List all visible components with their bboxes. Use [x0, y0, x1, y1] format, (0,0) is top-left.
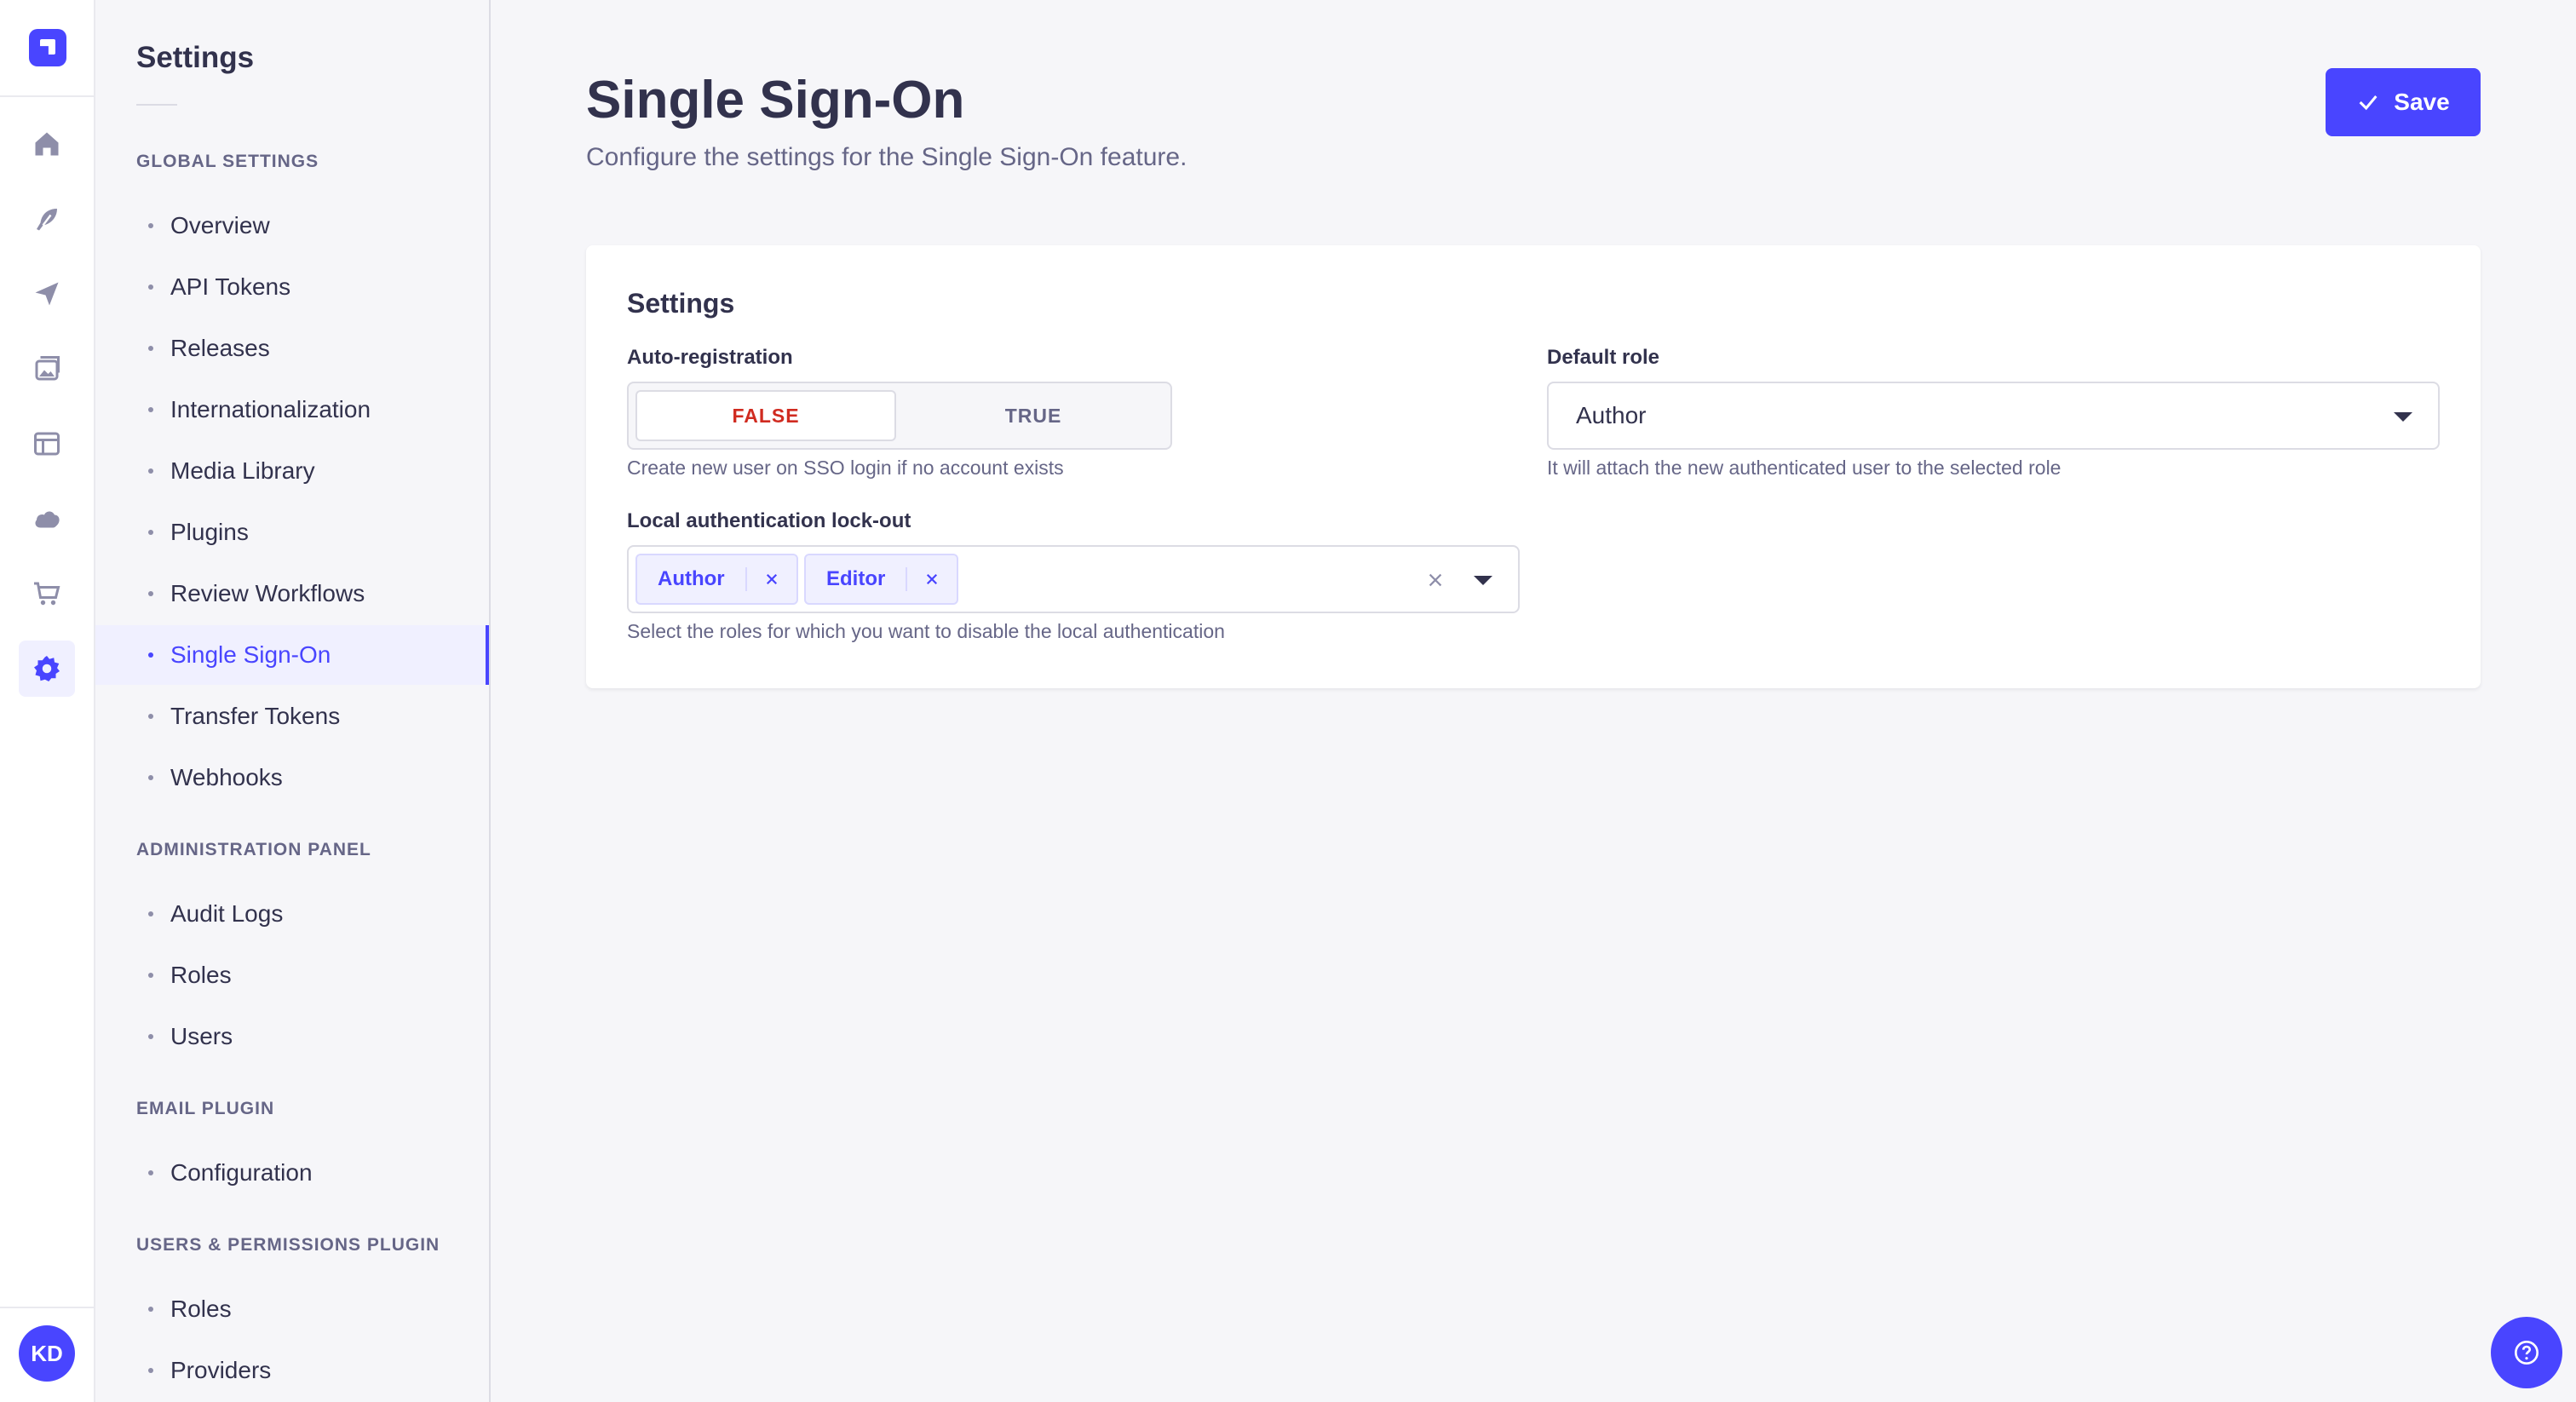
bullet-icon	[148, 1307, 153, 1312]
nav-item-users[interactable]: Users	[95, 1007, 489, 1066]
nav-item-label: Single Sign-On	[170, 641, 331, 668]
cloud-icon[interactable]	[19, 491, 75, 547]
cart-icon[interactable]	[19, 566, 75, 622]
bullet-icon	[148, 1368, 153, 1373]
nav-item-label: Releases	[170, 335, 270, 361]
nav-item-label: Plugins	[170, 519, 249, 545]
nav-item-label: Providers	[170, 1357, 272, 1383]
nav-item-label: Media Library	[170, 457, 315, 484]
subnav-divider	[136, 104, 177, 106]
page-subtitle: Configure the settings for the Single Si…	[586, 143, 1187, 171]
default-role-select[interactable]: Author	[1547, 382, 2440, 450]
default-role-label: Default role	[1547, 346, 1660, 369]
remove-tag-icon[interactable]	[747, 572, 796, 587]
main-nav-rail: KD	[0, 0, 95, 1402]
cog-icon[interactable]	[19, 641, 75, 697]
auto-registration-label: Auto-registration	[627, 346, 793, 369]
lockout-hint: Select the roles for which you want to d…	[627, 620, 1225, 642]
bullet-icon	[148, 973, 153, 978]
chevron-down-icon[interactable]	[2394, 412, 2412, 422]
nav-item-webhooks[interactable]: Webhooks	[95, 748, 489, 807]
bullet-icon	[148, 652, 153, 658]
lockout-label: Local authentication lock-out	[627, 509, 911, 532]
nav-item-label: Roles	[170, 1296, 232, 1322]
bullet-icon	[148, 284, 153, 290]
nav-item-review-workflows[interactable]: Review Workflows	[95, 564, 489, 623]
nav-item-label: Internationalization	[170, 396, 371, 422]
user-avatar[interactable]: KD	[19, 1325, 75, 1382]
nav-item-internationalization[interactable]: Internationalization	[95, 380, 489, 440]
nav-item-label: Users	[170, 1023, 233, 1049]
nav-item-label: Overview	[170, 212, 270, 238]
toggle-option-false[interactable]: FALSE	[635, 390, 896, 441]
nav-item-overview[interactable]: Overview	[95, 196, 489, 256]
save-button-label: Save	[2394, 89, 2450, 115]
bullet-icon	[148, 346, 153, 351]
bullet-icon	[148, 468, 153, 474]
bullet-icon	[148, 530, 153, 535]
tag-label: Editor	[826, 567, 886, 590]
page-title: Single Sign-On	[586, 71, 965, 129]
nav-item-releases[interactable]: Releases	[95, 319, 489, 378]
bullet-icon	[148, 591, 153, 596]
question-circle-icon	[2515, 1341, 2539, 1365]
subnav-title: Settings	[136, 41, 255, 74]
nav-item-label: Webhooks	[170, 764, 283, 790]
bullet-icon	[148, 775, 153, 780]
toggle-option-true[interactable]: TRUE	[903, 390, 1164, 441]
nav-item-label: Review Workflows	[170, 580, 365, 606]
home-icon[interactable]	[19, 116, 75, 172]
nav-item-label: Configuration	[170, 1159, 313, 1186]
images-icon[interactable]	[19, 341, 75, 397]
sso-settings-card: Settings Auto-registration FALSE TRUE Cr…	[586, 245, 2481, 688]
tag-author: Author	[635, 554, 798, 605]
default-role-hint: It will attach the new authenticated use…	[1547, 457, 2061, 479]
auto-registration-toggle: FALSE TRUE	[627, 382, 1172, 450]
feather-icon[interactable]	[19, 191, 75, 247]
clear-icon[interactable]	[1426, 571, 1445, 589]
nav-item-api-tokens[interactable]: API Tokens	[95, 257, 489, 317]
nav-item-roles[interactable]: Roles	[95, 945, 489, 1005]
nav-item-single-sign-on[interactable]: Single Sign-On	[95, 625, 489, 685]
bullet-icon	[148, 911, 153, 916]
chevron-down-icon[interactable]	[1474, 576, 1492, 585]
save-button[interactable]: Save	[2326, 68, 2481, 136]
default-role-value: Author	[1576, 402, 1647, 428]
nav-item-transfer-tokens[interactable]: Transfer Tokens	[95, 687, 489, 746]
bullet-icon	[148, 223, 153, 228]
bullet-icon	[148, 714, 153, 719]
tag-label: Author	[658, 567, 725, 590]
lockout-multiselect[interactable]: Author Editor	[627, 545, 1520, 613]
bullet-icon	[148, 1034, 153, 1039]
nav-item-providers[interactable]: Providers	[95, 1341, 489, 1400]
tag-editor: Editor	[804, 554, 959, 605]
layout-icon[interactable]	[19, 416, 75, 472]
bullet-icon	[148, 1170, 153, 1175]
bullet-icon	[148, 407, 153, 412]
nav-item-media-library[interactable]: Media Library	[95, 441, 489, 501]
help-button[interactable]	[2491, 1317, 2562, 1388]
app-logo[interactable]	[29, 29, 66, 66]
auto-registration-hint: Create new user on SSO login if no accou…	[627, 457, 1064, 479]
card-title: Settings	[627, 288, 735, 319]
nav-item-plugins[interactable]: Plugins	[95, 503, 489, 562]
section-label-global-settings: GLOBAL SETTINGS	[136, 152, 319, 171]
nav-item-label: Audit Logs	[170, 900, 284, 927]
rail-divider	[0, 95, 94, 97]
remove-tag-icon[interactable]	[907, 572, 957, 587]
section-label-email-plugin: EMAIL PLUGIN	[136, 1099, 275, 1118]
paper-plane-icon[interactable]	[19, 266, 75, 322]
settings-subnav: Settings GLOBAL SETTINGS Overview API To…	[95, 0, 491, 1402]
nav-item-label: Roles	[170, 962, 232, 988]
nav-item-label: API Tokens	[170, 273, 291, 300]
nav-item-audit-logs[interactable]: Audit Logs	[95, 884, 489, 944]
nav-item-up-roles[interactable]: Roles	[95, 1279, 489, 1339]
check-icon	[2359, 95, 2378, 111]
nav-item-label: Transfer Tokens	[170, 703, 341, 729]
nav-item-configuration[interactable]: Configuration	[95, 1143, 489, 1203]
rail-divider	[0, 1307, 94, 1308]
section-label-users-permissions-plugin: USERS & PERMISSIONS PLUGIN	[136, 1235, 440, 1255]
section-label-administration-panel: ADMINISTRATION PANEL	[136, 840, 371, 859]
